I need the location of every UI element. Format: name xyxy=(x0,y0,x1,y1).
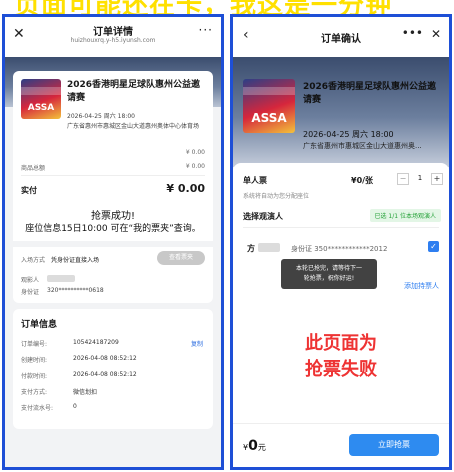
left-screenshot-panel: ✕ 订单详情 huizhouxrq.y-h5.iyunsh.com ··· AS… xyxy=(2,14,224,470)
payment-method-value: 微信划扣 xyxy=(73,389,98,396)
divider xyxy=(21,175,205,176)
poster-text: ASSA xyxy=(251,111,287,125)
ticket-amount: ¥ 0.00 xyxy=(185,149,205,156)
decrease-button[interactable]: − xyxy=(397,173,409,185)
viewer-name: 方 xyxy=(247,244,255,253)
section-gap xyxy=(13,241,213,247)
paid-time-value: 2026-04-08 08:52:12 xyxy=(73,371,137,378)
event-title: 2026香港明星足球队惠州公益邀请赛 xyxy=(67,80,201,103)
viewer-id: 身份证 350************2012 xyxy=(291,245,388,253)
seat-info-message: 座位信息15日10:00 可在“我的票夹”查询。 xyxy=(25,224,201,234)
event-hero: ASSA 2026香港明星足球队惠州公益邀请赛 2026-04-25 周六 18… xyxy=(233,57,449,167)
toast-message: 本轮已抢完，请等待下一 轮抢票，祝你好运! xyxy=(281,259,377,289)
paid-value: ¥ 0.00 xyxy=(166,182,205,195)
auto-seat-note: 系统将自动为您分配座位 xyxy=(243,193,310,200)
event-title: 2026香港明星足球队惠州公益邀请赛 xyxy=(303,82,437,105)
event-poster: ASSA xyxy=(21,79,61,119)
order-card: ASSA 2026香港明星足球队惠州公益邀请赛 2026-04-25 周六 18… xyxy=(13,71,213,303)
order-number-label: 订单编号: xyxy=(21,341,48,348)
entry-method-value: 凭身份证直接入场 xyxy=(51,257,100,264)
quantity-stepper: − 1 + xyxy=(397,173,443,185)
created-time-value: 2026-04-08 08:52:12 xyxy=(73,355,137,362)
view-ticket-button[interactable]: 查看票夹 xyxy=(157,251,205,265)
success-message: 抢票成功! xyxy=(90,211,135,222)
event-date: 2026-04-25 周六 18:00 xyxy=(67,113,135,120)
order-number-value: 105424187209 xyxy=(73,339,119,346)
right-screenshot-panel: ‹ 订单确认 ••• ✕ ASSA 2026香港明星足球队惠州公益邀请赛 202… xyxy=(230,14,452,470)
ticket-price: ¥0/张 xyxy=(351,176,374,185)
order-sheet: 单人票 ¥0/张 − 1 + 系统将自动为您分配座位 选择观演人 已选 1/1 … xyxy=(233,163,449,423)
viewer-label: 观影人 xyxy=(21,277,40,284)
page-title: 订单详情 xyxy=(93,27,133,38)
viewer-name-redacted xyxy=(258,243,280,252)
select-viewer-label: 选择观演人 xyxy=(243,212,283,221)
poster-text: ASSA xyxy=(27,103,55,113)
failure-line-2: 抢票失败 xyxy=(305,359,377,380)
paid-label: 实付 xyxy=(21,186,37,195)
checkout-footer: ¥0元 立即抢票 xyxy=(233,423,449,467)
order-info-title: 订单信息 xyxy=(21,320,58,330)
total-value: ¥ 0.00 xyxy=(185,163,205,170)
id-value: 320**********0618 xyxy=(47,287,104,294)
payment-serial-label: 支付流水号: xyxy=(21,405,54,412)
order-confirm-header: ‹ 订单确认 ••• ✕ xyxy=(233,17,449,57)
top-banner: 页面可能还在卡，我这是一分钟 xyxy=(0,0,454,14)
price-amount: 0 xyxy=(248,438,258,454)
event-venue: 广东省惠州市惠城区金山大道惠州奥体中心体育场 xyxy=(67,123,200,130)
event-venue: 广东省惠州市惠城区金山大道惠州奥... xyxy=(303,142,422,150)
more-icon[interactable]: ••• xyxy=(402,26,423,40)
close-icon[interactable]: ✕ xyxy=(431,27,441,41)
total-label: 商品总额 xyxy=(21,165,46,172)
quantity-value: 1 xyxy=(417,174,423,182)
payment-serial-value: 0 xyxy=(73,403,77,410)
page-url: huizhouxrq.y-h5.iyunsh.com xyxy=(70,37,156,44)
toast-line-2: 轮抢票，祝你好运! xyxy=(303,275,355,282)
price-unit: 元 xyxy=(257,443,266,452)
payment-method-label: 支付方式: xyxy=(21,389,48,396)
event-poster: ASSA xyxy=(243,79,295,133)
entry-method-label: 入场方式 xyxy=(21,257,46,264)
divider xyxy=(243,227,439,228)
viewer-name-redacted xyxy=(47,275,75,282)
add-ticket-holder-link[interactable]: 添加持票人 xyxy=(404,281,439,291)
ticket-type-label: 单人票 xyxy=(243,176,267,185)
check-icon[interactable]: ✓ xyxy=(428,241,439,252)
copy-button[interactable]: 复制 xyxy=(191,339,203,348)
order-detail-header: ✕ 订单详情 huizhouxrq.y-h5.iyunsh.com ··· xyxy=(5,17,221,57)
created-time-label: 创建时间: xyxy=(21,357,48,364)
buy-now-button[interactable]: 立即抢票 xyxy=(349,434,439,456)
more-icon[interactable]: ··· xyxy=(199,23,213,37)
failure-annotation: 此页面为 抢票失败 xyxy=(233,331,449,383)
failure-line-1: 此页面为 xyxy=(305,333,377,354)
order-info-card: 订单信息 订单编号: 105424187209 复制 创建时间: 2026-04… xyxy=(13,309,213,429)
id-label: 身份证 xyxy=(21,289,40,296)
paid-time-label: 付款时间: xyxy=(21,373,48,380)
toast-line-1: 本轮已抢完，请等待下一 xyxy=(295,265,362,272)
event-date: 2026-04-25 周六 18:00 xyxy=(303,130,394,139)
banner-text: 页面可能还在卡，我这是一分钟 xyxy=(14,0,392,14)
increase-button[interactable]: + xyxy=(431,173,443,185)
total-price: ¥0元 xyxy=(243,438,266,454)
selected-count-badge: 已选 1/1 位本场观演人 xyxy=(369,209,441,222)
